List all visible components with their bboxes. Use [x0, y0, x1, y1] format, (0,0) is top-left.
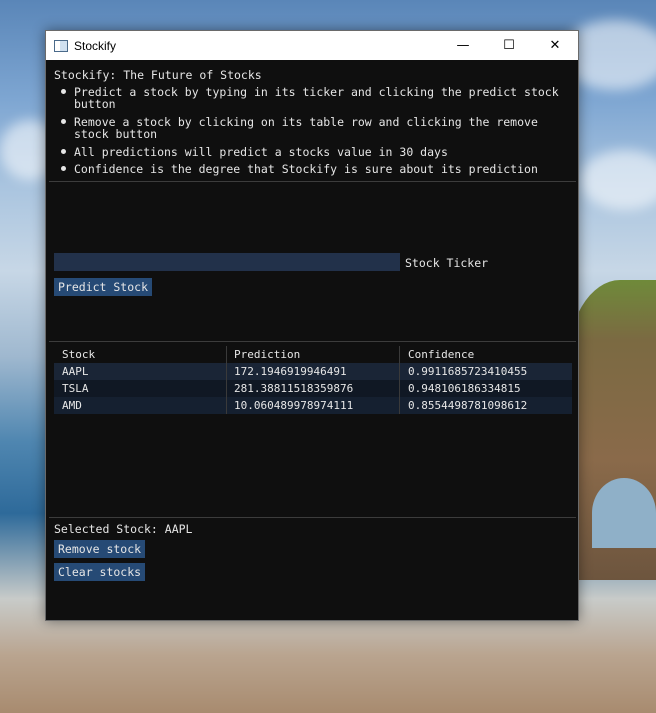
cell-prediction: 172.1946919946491	[234, 365, 347, 378]
app-window: Stockify — ☐ ✕ Stockify: The Future of S…	[45, 30, 579, 621]
bullet-dot	[61, 166, 66, 171]
instruction-item: All predictions will predict a stocks va…	[74, 145, 448, 159]
cell-prediction: 281.38811518359876	[234, 382, 354, 395]
minimize-icon: —	[456, 38, 470, 53]
column-divider	[226, 397, 227, 414]
table-row[interactable]: AAPL 172.1946919946491 0.991168572341045…	[54, 363, 572, 380]
divider	[49, 517, 576, 518]
predict-stock-button[interactable]: Predict Stock	[54, 278, 153, 296]
column-divider	[399, 363, 400, 380]
instruction-item: Confidence is the degree that Stockify i…	[74, 162, 538, 176]
divider	[49, 181, 576, 182]
column-divider	[399, 397, 400, 414]
maximize-icon: ☐	[503, 38, 515, 53]
cell-confidence: 0.9911685723410455	[408, 365, 528, 378]
instruction-item: Predict a stock by typing in its ticker …	[74, 85, 559, 111]
app-content: Stockify: The Future of Stocks Predict a…	[46, 60, 578, 620]
column-divider	[226, 363, 227, 380]
column-header-stock: Stock	[62, 348, 96, 361]
bullet-dot	[61, 119, 66, 124]
cell-prediction: 10.060489978974111	[234, 399, 354, 412]
app-icon	[54, 39, 68, 52]
title-bar[interactable]: Stockify — ☐ ✕	[46, 31, 578, 60]
column-header-confidence: Confidence	[408, 348, 475, 361]
app-heading: Stockify: The Future of Stocks	[54, 68, 262, 82]
close-icon: ✕	[549, 38, 561, 53]
close-button[interactable]: ✕	[532, 31, 578, 60]
cell-confidence: 0.948106186334815	[408, 382, 521, 395]
divider	[49, 341, 576, 342]
cell-stock: AAPL	[62, 365, 89, 378]
cell-stock: TSLA	[62, 382, 89, 395]
instruction-item: Remove a stock by clicking on its table …	[74, 115, 538, 141]
cell-stock: AMD	[62, 399, 82, 412]
column-divider	[226, 380, 227, 397]
ticker-label: Stock Ticker	[405, 256, 489, 270]
bullet-dot	[61, 149, 66, 154]
minimize-button[interactable]: —	[440, 31, 486, 60]
column-header-prediction: Prediction	[234, 348, 301, 361]
maximize-button[interactable]: ☐	[486, 31, 532, 60]
table-row[interactable]: TSLA 281.38811518359876 0.94810618633481…	[54, 380, 572, 397]
table-header: Stock Prediction Confidence	[54, 346, 572, 363]
cell-confidence: 0.8554498781098612	[408, 399, 528, 412]
bullet-dot	[61, 89, 66, 94]
remove-stock-button[interactable]: Remove stock	[54, 540, 146, 558]
column-divider	[399, 380, 400, 397]
column-divider	[226, 346, 227, 363]
clear-stocks-button[interactable]: Clear stocks	[54, 563, 146, 581]
table-row[interactable]: AMD 10.060489978974111 0.855449878109861…	[54, 397, 572, 414]
selected-stock-label: Selected Stock: AAPL	[54, 522, 193, 536]
column-divider	[399, 346, 400, 363]
predictions-table: Stock Prediction Confidence AAPL 172.194…	[54, 346, 572, 414]
ticker-input[interactable]	[54, 253, 400, 271]
window-title: Stockify	[74, 38, 117, 53]
